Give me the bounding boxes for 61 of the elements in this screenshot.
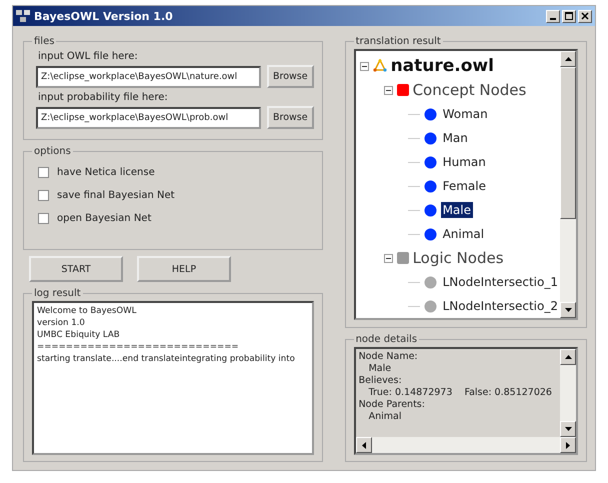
log-line: starting translate....end translateintegrating probability into (37, 353, 296, 365)
detail-line: Believes: (358, 375, 403, 387)
right-arrow-icon (566, 442, 570, 448)
field-label: input probability file here: (38, 92, 169, 103)
detail-line: Node Parents: (358, 399, 426, 411)
group-title: node details (354, 334, 418, 345)
tree-item[interactable]: LNodeIntersectio_2 (440, 298, 560, 314)
tree-item[interactable]: Man (440, 130, 470, 146)
checkbox[interactable] (38, 167, 49, 178)
horizontal-scrollbar[interactable] (356, 437, 576, 453)
log-line: Welcome to BayesOWL (37, 305, 138, 317)
tree-item[interactable]: LNodeIntersectio_1 (440, 274, 560, 290)
checkbox-label: have Netica license (57, 167, 155, 178)
log-line: ============================ (37, 341, 240, 353)
checkbox[interactable] (38, 213, 49, 224)
tree-item[interactable]: Male (440, 202, 474, 218)
detail-line: Animal (368, 411, 402, 423)
maximize-icon (565, 12, 573, 20)
tree-item[interactable]: Animal (440, 226, 486, 242)
group-title: translation result (354, 36, 442, 47)
up-arrow-icon (564, 57, 572, 61)
detail-line: True: 0.14872973 False: 0.85127026 (368, 387, 553, 399)
tree-item[interactable]: Human (440, 154, 488, 170)
group-title: files (33, 36, 56, 47)
help-button[interactable]: HELP (137, 256, 231, 282)
tree-item[interactable]: Logic Nodes (412, 249, 504, 267)
log-line: UMBC Ebiquity LAB (37, 329, 121, 341)
tree-item[interactable]: Female (440, 178, 488, 194)
browse-button[interactable]: Browse (266, 106, 314, 129)
checkbox[interactable] (38, 190, 49, 201)
down-arrow-icon (564, 308, 572, 312)
close-button[interactable] (578, 10, 592, 22)
minimize-button[interactable] (546, 10, 560, 22)
down-arrow-icon (564, 427, 572, 431)
vertical-scrollbar[interactable] (560, 349, 576, 437)
window-title: BayesOWL Version 1.0 (34, 10, 174, 22)
start-button[interactable]: START (29, 256, 123, 282)
tree-item[interactable]: Concept Nodes (412, 81, 526, 99)
collapse-toggle-icon[interactable] (360, 62, 369, 70)
tree-item[interactable]: Woman (440, 106, 490, 122)
file-path-field[interactable]: Z:\eclipse_workplace\BayesOWL\nature.owl (36, 66, 261, 88)
log-line: version 1.0 (37, 317, 86, 329)
field-label: input OWL file here: (38, 51, 139, 62)
close-icon (581, 12, 589, 20)
app-icon (16, 10, 30, 22)
detail-line: Node Name: (358, 351, 419, 363)
tree-item[interactable]: nature.owl (390, 56, 494, 76)
collapse-toggle-icon[interactable] (384, 86, 393, 94)
maximize-button[interactable] (562, 10, 576, 22)
group-title: options (33, 146, 72, 157)
checkbox-label: open Bayesian Net (57, 213, 152, 224)
ontology-icon (372, 59, 387, 73)
group-title: log result (33, 288, 82, 299)
collapse-toggle-icon[interactable] (384, 254, 393, 262)
left-arrow-icon (362, 442, 366, 448)
detail-line: Male (368, 363, 392, 375)
file-path-field[interactable]: Z:\eclipse_workplace\BayesOWL\prob.owl (36, 106, 261, 128)
checkbox-label: save final Bayesian Net (57, 190, 175, 201)
vertical-scrollbar[interactable] (560, 51, 576, 318)
up-arrow-icon (564, 355, 572, 359)
browse-button[interactable]: Browse (266, 65, 314, 88)
